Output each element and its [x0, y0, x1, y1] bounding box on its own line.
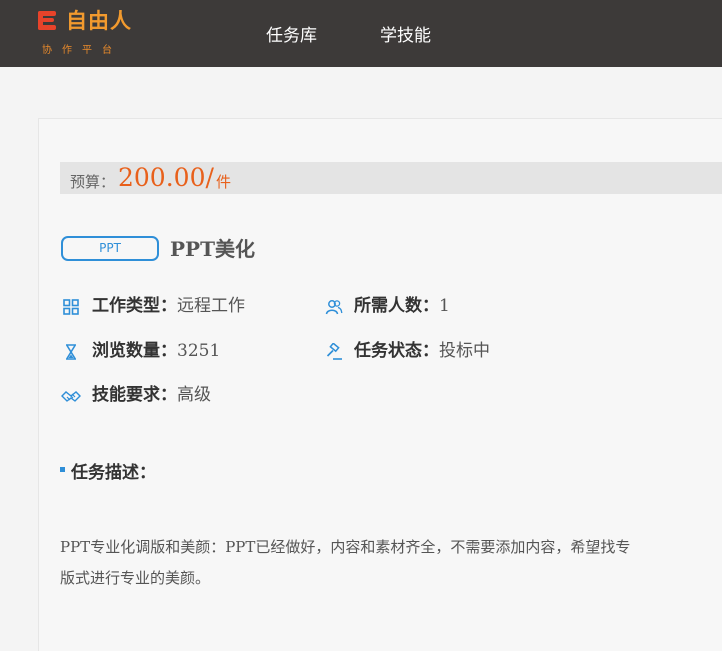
work-type: 工作类型：远程工作 [92, 295, 245, 317]
budget-label: 预算： [70, 173, 116, 191]
work-type-label: 工作类型： [92, 296, 177, 316]
people-needed: 所需人数：1 [354, 295, 450, 317]
logo-title: 自由人 [66, 9, 132, 33]
task-status-label: 任务状态： [354, 341, 439, 361]
view-count-value: 3251 [177, 341, 221, 361]
gavel-icon [326, 343, 342, 360]
budget-unit: 件 [216, 173, 232, 191]
logo-subtitle: 协作平台 [42, 45, 122, 56]
users-icon [325, 300, 343, 315]
task-status: 任务状态：投标中 [354, 340, 490, 362]
nav-task-library[interactable]: 任务库 [266, 0, 317, 67]
section-marker [60, 467, 65, 472]
skill-requirement-label: 技能要求： [92, 385, 177, 405]
task-status-value: 投标中 [439, 341, 490, 361]
work-type-value: 远程工作 [177, 296, 245, 316]
nav-learn-skills[interactable]: 学技能 [380, 0, 431, 67]
people-needed-value: 1 [439, 296, 450, 316]
skill-requirement: 技能要求：高级 [92, 384, 211, 406]
view-count-label: 浏览数量： [92, 341, 177, 361]
category-tag[interactable]: PPT [61, 236, 159, 261]
skill-requirement-value: 高级 [177, 385, 211, 405]
view-count: 浏览数量：3251 [92, 340, 220, 362]
people-needed-label: 所需人数： [354, 296, 439, 316]
description-heading: 任务描述： [71, 463, 156, 483]
logo-mark-icon [36, 8, 62, 32]
description-line-2: 版式进行专业的美颜。 [60, 569, 211, 587]
hourglass-icon [66, 344, 76, 360]
handshake-icon [61, 391, 81, 402]
description-text: PPT专业化调版和美颜：PPT已经做好，内容和素材齐全，不需要添加内容，希望找专… [60, 532, 722, 594]
grid-icon [63, 299, 79, 315]
task-title: PPT美化 [170, 237, 255, 261]
site-logo[interactable]: 自由人 协作平台 [36, 6, 146, 62]
budget-amount: 200.00/ [118, 163, 214, 192]
top-navbar: 自由人 协作平台 任务库 学技能 [0, 0, 722, 67]
description-line-1: PPT专业化调版和美颜：PPT已经做好，内容和素材齐全，不需要添加内容，希望找专 [60, 538, 631, 556]
